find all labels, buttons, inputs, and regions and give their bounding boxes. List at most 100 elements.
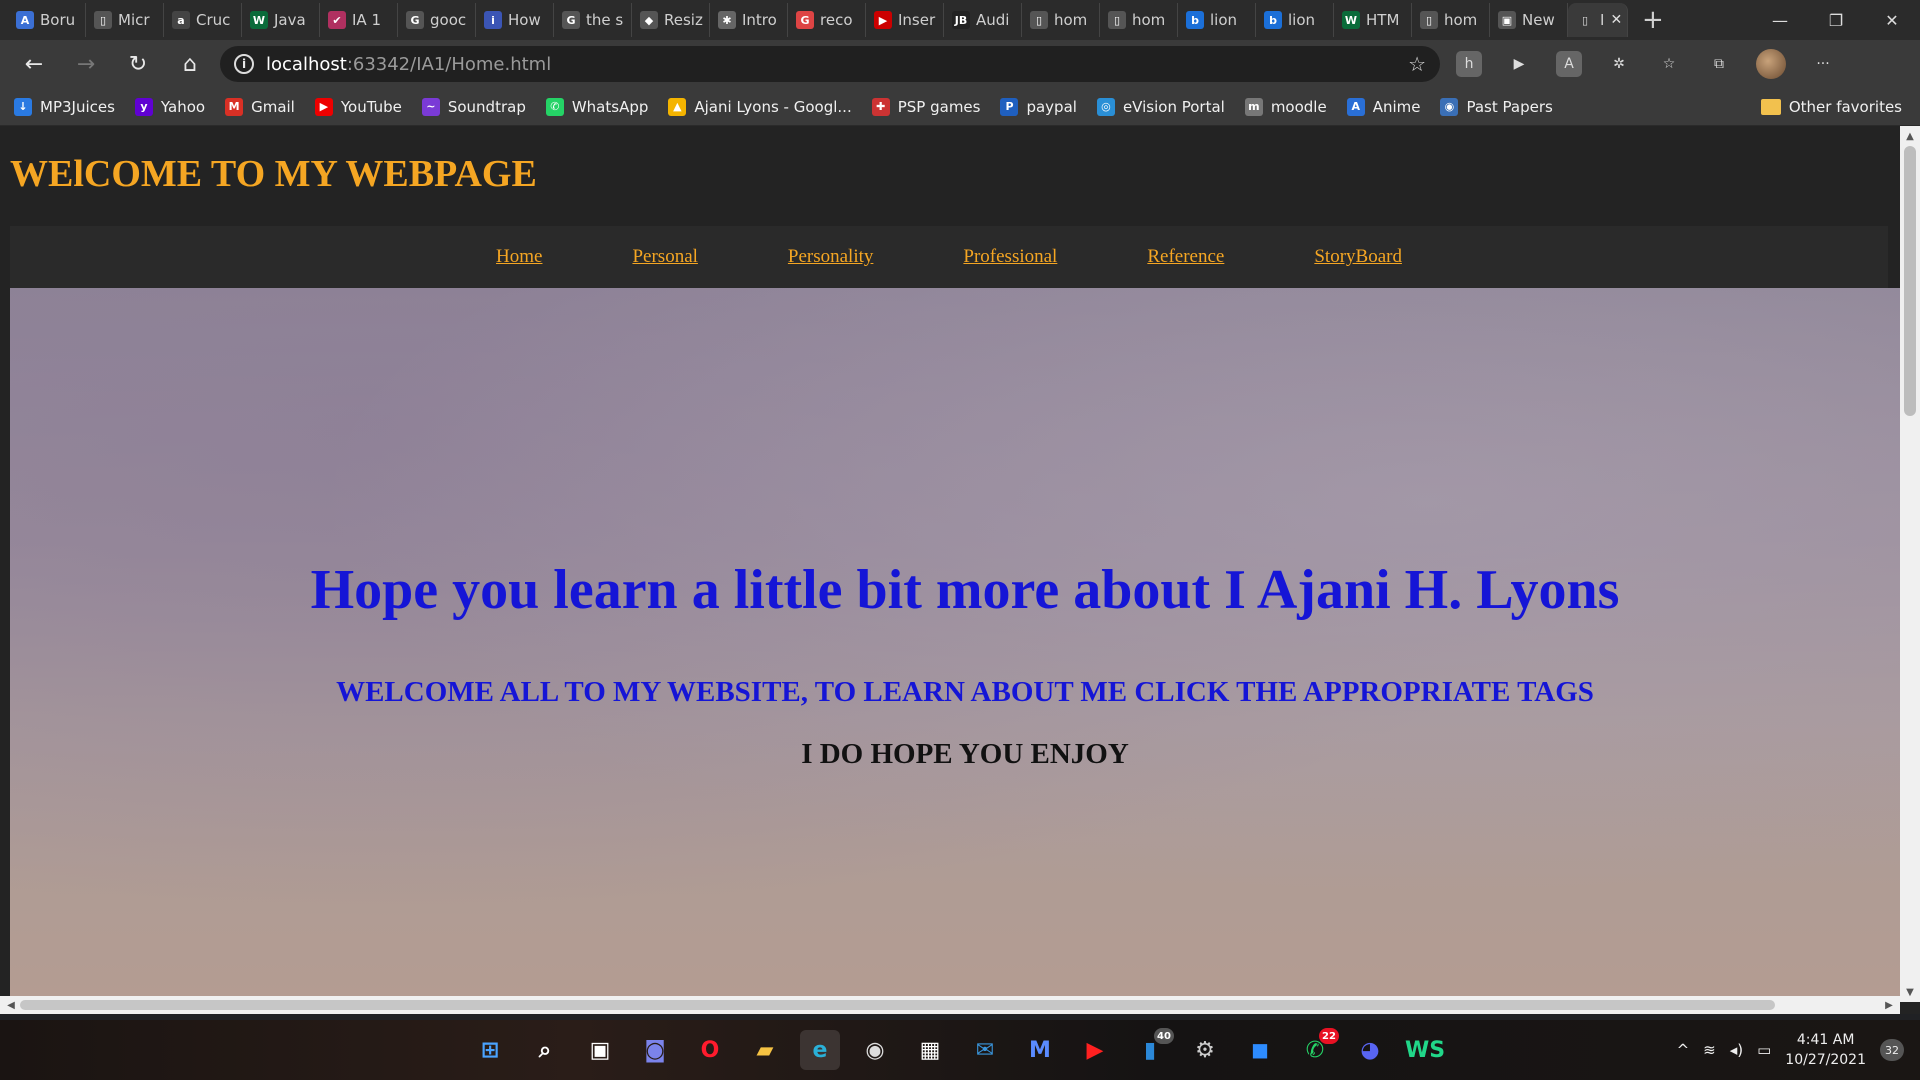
tab[interactable]: ▯ hom [1412, 3, 1490, 37]
favorite-link[interactable]: A Anime [1346, 97, 1420, 116]
new-tab-button[interactable]: + [1628, 5, 1678, 35]
add-favorite-icon[interactable]: ☆ [1408, 52, 1426, 76]
tab[interactable]: ▶ Inser [866, 3, 944, 37]
tab[interactable]: ✔ IA 1 [320, 3, 398, 37]
tray-overflow-icon[interactable]: ^ [1677, 1041, 1690, 1059]
profile-avatar[interactable] [1756, 49, 1786, 79]
collections-icon[interactable]: ⧉ [1706, 51, 1732, 77]
tab[interactable]: ▯ Micr [86, 3, 164, 37]
horizontal-scrollbar-thumb[interactable] [20, 1000, 1775, 1010]
home-button[interactable]: ⌂ [168, 46, 212, 82]
tab[interactable]: b lion [1178, 3, 1256, 37]
tab[interactable]: a Cruc [164, 3, 242, 37]
minimize-button[interactable]: — [1752, 0, 1808, 40]
scrollbar-thumb[interactable] [1904, 146, 1916, 416]
visual-studio-icon[interactable]: M [1020, 1030, 1060, 1070]
discord-icon[interactable]: ◕ [1350, 1030, 1390, 1070]
clock[interactable]: 4:41 AM 10/27/2021 [1785, 1030, 1866, 1070]
scroll-up-arrow[interactable]: ▲ [1900, 128, 1920, 144]
scroll-down-arrow[interactable]: ▼ [1900, 984, 1920, 1000]
nav-link-professional[interactable]: Professional [963, 246, 1057, 268]
volume-icon[interactable]: ◂) [1730, 1041, 1743, 1059]
favorite-link[interactable]: M Gmail [225, 97, 295, 116]
nav-link-home[interactable]: Home [496, 246, 542, 268]
site-info-icon[interactable]: i [234, 54, 254, 74]
tab[interactable]: A Boru [8, 3, 86, 37]
favorite-label: Past Papers [1466, 97, 1553, 116]
back-button[interactable]: ← [12, 46, 56, 82]
forward-button[interactable]: → [64, 46, 108, 82]
nav-link-storyboard[interactable]: StoryBoard [1314, 246, 1402, 268]
favorite-link[interactable]: y Yahoo [134, 97, 205, 116]
favorite-link[interactable]: ↓ MP3Juices [14, 97, 115, 116]
tab[interactable]: ▯ hom [1022, 3, 1100, 37]
tab[interactable]: Greco [788, 3, 866, 37]
scroll-right-arrow[interactable]: ▶ [1880, 996, 1898, 1014]
more-menu-icon[interactable]: ··· [1810, 51, 1836, 77]
favorite-link[interactable]: ▲ Ajani Lyons - Googl... [668, 97, 852, 116]
nav-link-personal[interactable]: Personal [632, 246, 697, 268]
zoom-icon[interactable]: ◼ [1240, 1030, 1280, 1070]
chat-icon[interactable]: ◙ [635, 1030, 675, 1070]
tab-active[interactable]: ▯ I ✕ [1568, 3, 1628, 37]
cursor-extension-icon[interactable]: ▶ [1506, 51, 1532, 77]
webstorm-icon[interactable]: WS [1405, 1030, 1445, 1070]
tab[interactable]: Gthe s [554, 3, 632, 37]
close-tab-icon[interactable]: ✕ [1610, 12, 1622, 28]
favorite-link[interactable]: m moodle [1244, 97, 1327, 116]
favorite-link[interactable]: ◎ eVision Portal [1096, 97, 1225, 116]
favorite-link[interactable]: ◉ Past Papers [1440, 97, 1553, 116]
extension-icon[interactable]: h [1456, 51, 1482, 77]
mail-icon[interactable]: ✉ [965, 1030, 1005, 1070]
scroll-left-arrow[interactable]: ◀ [2, 996, 20, 1014]
clock-time: 4:41 AM [1796, 1032, 1855, 1048]
battery-icon[interactable]: ▭ [1757, 1041, 1771, 1059]
tab[interactable]: W Java [242, 3, 320, 37]
wifi-icon[interactable]: ≋ [1703, 1041, 1716, 1059]
start-icon[interactable]: ⊞ [470, 1030, 510, 1070]
extensions-icon[interactable]: ✲ [1606, 51, 1632, 77]
favorite-link[interactable]: ▶ YouTube [314, 97, 402, 116]
favorite-label: WhatsApp [571, 97, 649, 116]
nav-link-personality[interactable]: Personality [788, 246, 874, 268]
notification-badge[interactable]: 32 [1880, 1039, 1904, 1061]
youtube-music-icon[interactable]: ▶ [1075, 1030, 1115, 1070]
tab[interactable]: JB Audi [944, 3, 1022, 37]
tab[interactable]: ▯ hom [1100, 3, 1178, 37]
tab-favicon-icon: ◆ [640, 11, 658, 29]
vertical-scrollbar[interactable]: ▲ ▼ [1900, 126, 1920, 1002]
tab[interactable]: ▣ New [1490, 3, 1568, 37]
tab-title: lion [1210, 11, 1238, 29]
settings-icon[interactable]: ⚙ [1185, 1030, 1225, 1070]
tab[interactable]: ✱ Intro [710, 3, 788, 37]
favorite-label: MP3Juices [40, 97, 115, 116]
search-icon[interactable]: ⌕ [525, 1030, 565, 1070]
nav-link-reference[interactable]: Reference [1147, 246, 1224, 268]
tab[interactable]: W HTM [1334, 3, 1412, 37]
other-favorites[interactable]: Other favorites [1760, 98, 1902, 116]
favorite-link[interactable]: Ppaypal [1000, 97, 1077, 116]
edge-icon[interactable]: e [800, 1030, 840, 1070]
favorite-link[interactable]: ✚ PSP games [871, 97, 980, 116]
tab[interactable]: b lion [1256, 3, 1334, 37]
reload-button[interactable]: ↻ [116, 46, 160, 82]
restore-button[interactable]: ❐ [1808, 0, 1864, 40]
whatsapp-icon[interactable]: ✆ 22 [1295, 1028, 1339, 1070]
address-bar[interactable]: i localhost:63342/IA1/Home.html ☆ [220, 46, 1440, 82]
translate-extension-icon[interactable]: A [1556, 51, 1582, 77]
close-window-button[interactable]: ✕ [1864, 0, 1920, 40]
store-icon[interactable]: ▦ [910, 1030, 950, 1070]
favorite-link[interactable]: ✆ WhatsApp [545, 97, 649, 116]
tab[interactable]: ◆ Resiz [632, 3, 710, 37]
file-explorer-icon[interactable]: ▰ [745, 1030, 785, 1070]
tab[interactable]: i How [476, 3, 554, 37]
favorite-link[interactable]: ~ Soundtrap [421, 97, 526, 116]
opera-icon[interactable]: O [690, 1030, 730, 1070]
favorite-label: paypal [1026, 97, 1077, 116]
widgets-icon[interactable]: ▣ [580, 1030, 620, 1070]
media-icon[interactable]: ◉ [855, 1030, 895, 1070]
favorites-icon[interactable]: ☆ [1656, 51, 1682, 77]
horizontal-scrollbar[interactable]: ◀ ▶ [0, 996, 1900, 1014]
files-icon[interactable]: ▮ 40 [1130, 1028, 1174, 1070]
tab[interactable]: Ggooc [398, 3, 476, 37]
